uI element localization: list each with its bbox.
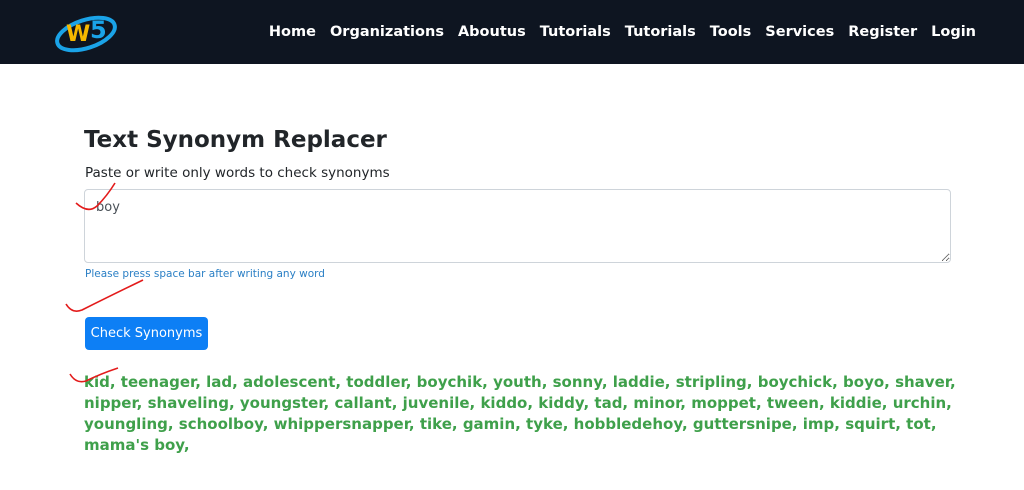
synonyms-result: kid, teenager, lad, adolescent, toddler,…: [84, 373, 956, 454]
input-hint: Please press space bar after writing any…: [85, 268, 325, 280]
nav-login-link[interactable]: Login: [931, 24, 976, 40]
words-textarea[interactable]: boy: [84, 189, 951, 263]
svg-text:W: W: [66, 22, 90, 47]
nav-services-link[interactable]: Services: [765, 24, 834, 40]
nav-home-link[interactable]: Home: [269, 24, 316, 40]
nav-tutorials-link[interactable]: Tutorials: [540, 24, 611, 40]
check-synonyms-button[interactable]: Check Synonyms: [85, 317, 208, 350]
input-instructions: Paste or write only words to check synon…: [85, 165, 390, 181]
page-title: Text Synonym Replacer: [84, 127, 387, 153]
site-logo[interactable]: W 5: [52, 8, 120, 56]
navbar: W 5 Home Organizations Aboutus Tutorials…: [0, 0, 1024, 64]
nav-aboutus-link[interactable]: Aboutus: [458, 24, 526, 40]
svg-text:5: 5: [90, 16, 107, 44]
nav-links: Home Organizations Aboutus Tutorials Tut…: [269, 0, 976, 64]
annotation-check-mark: [65, 279, 144, 312]
nav-register-link[interactable]: Register: [848, 24, 917, 40]
nav-tutorials-link-2[interactable]: Tutorials: [625, 24, 696, 40]
nav-organizations-link[interactable]: Organizations: [330, 24, 444, 40]
nav-tools-link[interactable]: Tools: [710, 24, 752, 40]
